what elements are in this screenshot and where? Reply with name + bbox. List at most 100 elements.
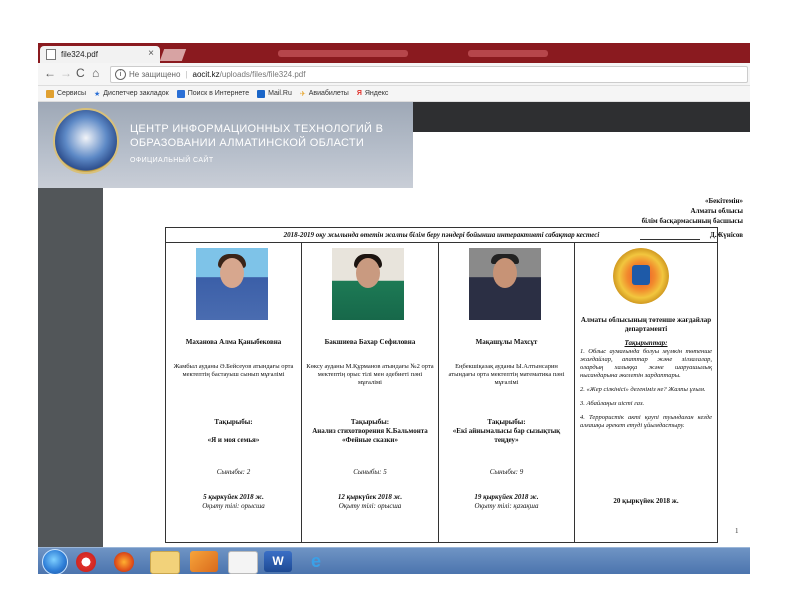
teacher-description: Жамбыл ауданы Ә.Бейсеуов атындағы орта м… [173, 363, 294, 378]
schedule-column: Алматы облысының төтенше жағдайлар депар… [575, 243, 717, 543]
yandex-icon: Я [356, 90, 362, 97]
bookmark-label: Mail.Ru [268, 90, 292, 97]
lesson-topic: «Екі айнымалысы бар сызықтық теңдеу» [452, 427, 561, 444]
bookmark-label: Сервисы [57, 90, 87, 97]
emblem-shield [632, 265, 650, 285]
close-icon[interactable]: × [148, 48, 154, 59]
topic-label: Тақырыбы: [350, 418, 390, 426]
topics-list: 1. Облыс аумағында болуы мүмкін төтенше … [580, 348, 712, 436]
site-header-banner[interactable]: ЦЕНТР ИНФОРМАЦИОННЫХ ТЕХНОЛОГИЙ В ОБРАЗО… [38, 102, 413, 188]
schedule-caption: 2018-2019 оқу жылында өтетін жалпы білім… [166, 228, 717, 243]
security-status: Не защищено [129, 70, 181, 79]
lesson-topic: «Я и моя семья» [207, 436, 260, 444]
info-icon[interactable]: i [115, 69, 126, 80]
teacher-name: Маханова Алма Қаныбековна [185, 338, 282, 346]
bookmark-label: Диспетчер закладок [103, 90, 169, 97]
topic-item: 4. Террористік акті қаупі туындаған кезд… [580, 414, 712, 429]
bookmark-label: Поиск в Интернете [187, 90, 250, 97]
site-subtitle: ОФИЦИАЛЬНЫЙ САЙТ [130, 157, 214, 164]
topic-label: Тақырыбы: [214, 418, 253, 426]
site-logo [53, 108, 119, 174]
schedule-column: Бакшиева Бахар Сефиловна Көксу ауданы М.… [302, 243, 439, 543]
lesson-language: Оқыту тілі: орысша [202, 502, 265, 510]
url-path: /uploads/files/file324.pdf [219, 70, 306, 79]
document-icon[interactable] [228, 551, 258, 574]
lesson-date: 19 қыркүйек 2018 ж. [474, 493, 539, 501]
approval-region: Алматы облысы [690, 207, 743, 215]
bookmark-label: Яндекс [364, 90, 389, 97]
schedule-column: Маханова Алма Қаныбековна Жамбыл ауданы … [166, 243, 302, 543]
url-input[interactable]: i Не защищено | aocit.kz /uploads/files/… [110, 66, 748, 83]
forward-icon[interactable]: → [60, 66, 72, 80]
approval-heading: «Бекітемін» [704, 197, 743, 205]
folder-icon[interactable] [150, 551, 180, 574]
topic-item: 3. Абайлаңыз иісті газ. [580, 400, 645, 407]
topic-item: 1. Облыс аумағында болуы мүмкін төтенше … [580, 348, 712, 379]
bookmark-apps[interactable]: Сервисы [46, 89, 87, 98]
pdf-page: «Бекітемін» Алматы облысы білім басқарма… [103, 132, 750, 547]
blurred-tab-strip [278, 50, 408, 57]
star-icon: ★ [94, 90, 101, 98]
bookmark-flights[interactable]: ✈ Авиабилеты [300, 90, 349, 98]
schedule-column: Мақашұлы Махсұт Еңбекшіқазақ ауданы Ы.Ал… [439, 243, 575, 543]
back-icon[interactable]: ← [44, 66, 56, 80]
grade: Сыныбы: 2 [216, 468, 251, 476]
bookmarks-bar: Сервисы ★ Диспетчер закладок Поиск в Инт… [38, 86, 750, 102]
bookmark-search[interactable]: Поиск в Интернете [176, 89, 250, 98]
blurred-tab-strip [468, 50, 548, 57]
search-icon [176, 89, 185, 98]
bookmark-mail[interactable]: Mail.Ru [257, 89, 292, 98]
lesson-topic: Анализ стихотворения К.Бальмонта «Фейные… [312, 427, 428, 444]
grade: Сыныбы: 9 [489, 468, 524, 476]
taskbar: W e [38, 547, 750, 574]
approval-position: білім басқармасының басшысы [641, 217, 743, 225]
tab-title: file324.pdf [61, 50, 98, 59]
schedule-table: 2018-2019 оқу жылында өтетін жалпы білім… [165, 227, 718, 543]
teacher-photo [196, 248, 268, 320]
face [356, 258, 380, 288]
bookmark-label: Авиабилеты [308, 90, 349, 97]
topic-item: 2. «Жер сілкінісі» дегеніміз не? Жалпы ұ… [580, 386, 706, 393]
url-domain: aocit.kz [192, 70, 220, 79]
teacher-name: Мақашұлы Махсұт [475, 338, 538, 346]
topic-label: Тақырыбы: [487, 418, 526, 426]
tab-bar: file324.pdf × [38, 43, 750, 63]
apps-icon [46, 89, 54, 98]
lesson-date: 5 қыркүйек 2018 ж. [203, 493, 264, 501]
lesson-language: Оқыту тілі: орысша [338, 502, 402, 510]
topics-label: Тақырыптар: [624, 339, 668, 347]
internet-explorer-icon[interactable]: e [302, 551, 330, 572]
site-title: ЦЕНТР ИНФОРМАЦИОННЫХ ТЕХНОЛОГИЙ В ОБРАЗО… [130, 123, 384, 149]
bookmark-yandex[interactable]: Я Яндекс [357, 90, 389, 97]
separator: | [185, 70, 188, 79]
teacher-photo [332, 248, 404, 320]
new-tab-button[interactable] [159, 49, 187, 61]
face [220, 258, 244, 288]
address-bar: ← → C ⌂ i Не защищено | aocit.kz /upload… [38, 63, 750, 86]
start-button-icon[interactable] [42, 549, 68, 574]
page-number: 1 [735, 527, 739, 535]
department-name: Алматы облысының төтенше жағдайлар депар… [580, 316, 712, 333]
teacher-description: Еңбекшіқазақ ауданы Ы.Алтынсарин атындағ… [448, 363, 565, 386]
lesson-date: 20 қыркүйек 2018 ж. [613, 497, 679, 505]
teacher-description: Көксу ауданы М.Құрманов атындағы №2 орта… [306, 363, 434, 386]
home-icon[interactable]: ⌂ [92, 66, 99, 80]
reload-icon[interactable]: C [76, 66, 85, 80]
teacher-photo [469, 248, 541, 320]
app-icon-chrome[interactable] [114, 552, 134, 572]
grade: Сыныбы: 5 [353, 468, 387, 476]
media-player-icon[interactable] [190, 551, 218, 572]
mail-icon [257, 89, 266, 98]
emergency-dept-emblem [613, 248, 669, 304]
browser-tab[interactable]: file324.pdf × [40, 46, 160, 63]
bookmark-manager[interactable]: ★ Диспетчер закладок [94, 90, 169, 98]
word-icon[interactable]: W [264, 551, 292, 572]
face [493, 258, 517, 288]
browser-window: file324.pdf × ← → C ⌂ i Не защищено | ao… [38, 43, 750, 574]
teacher-name: Бакшиева Бахар Сефиловна [324, 338, 416, 346]
plane-icon: ✈ [299, 90, 306, 98]
lesson-language: Оқыту тілі: қазақша [474, 502, 539, 510]
app-icon-red[interactable] [76, 552, 96, 572]
document-icon [46, 49, 56, 60]
lesson-date: 12 қыркүйек 2018 ж. [337, 493, 403, 501]
